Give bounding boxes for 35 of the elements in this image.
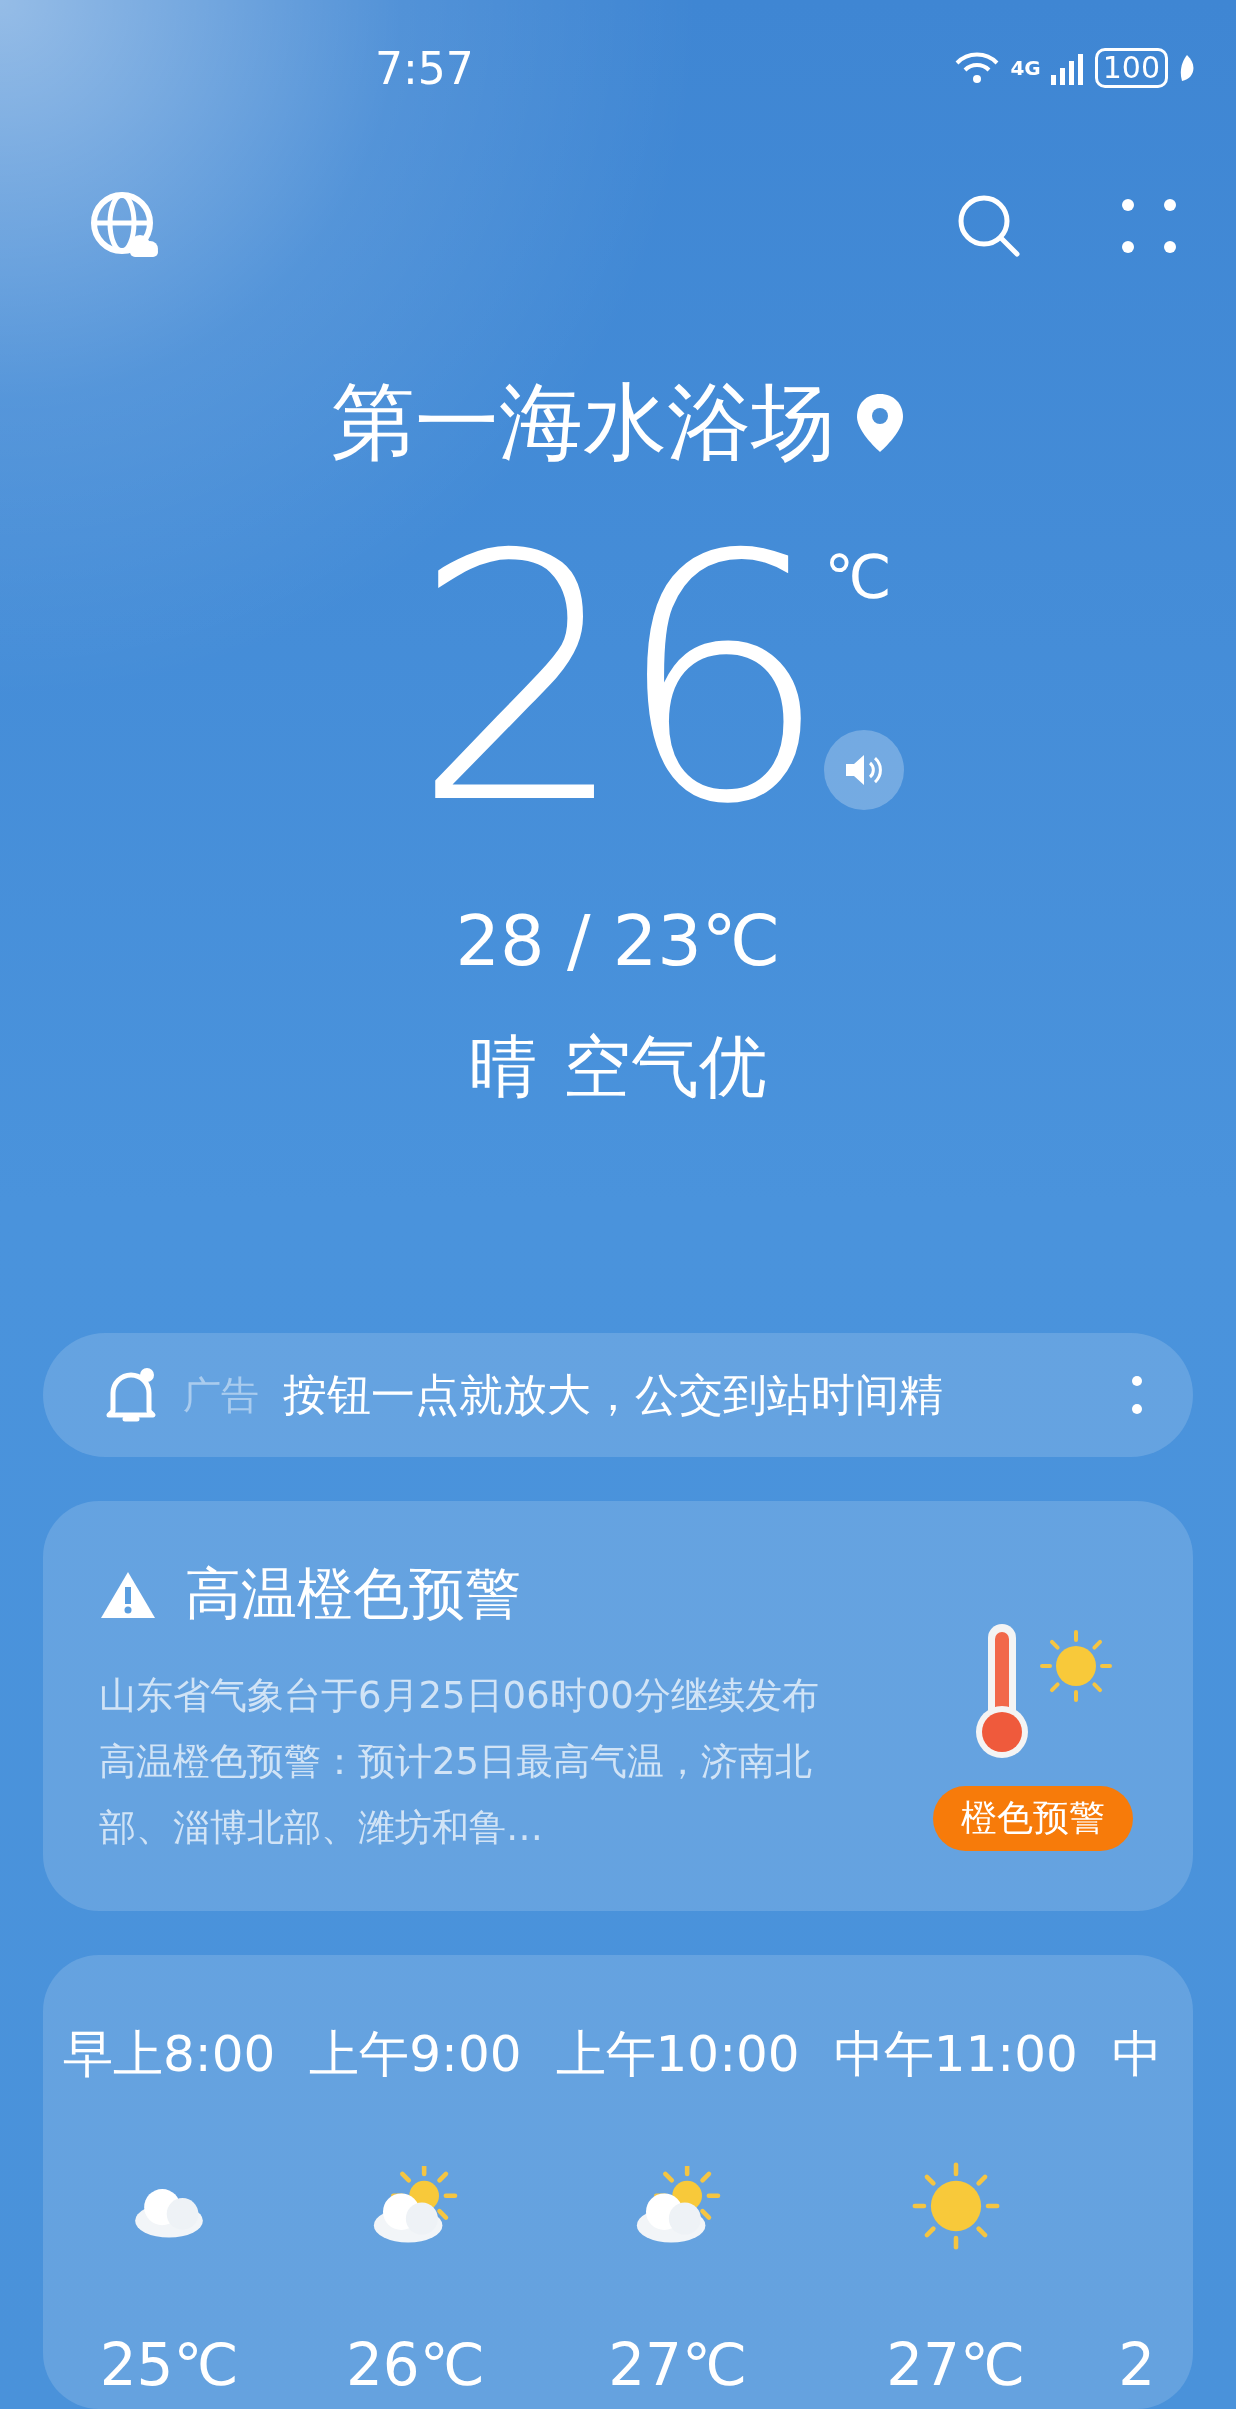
speaker-icon bbox=[844, 753, 885, 787]
hour-temperature: 27℃ bbox=[608, 2331, 748, 2399]
signal-icon bbox=[1050, 51, 1085, 85]
ad-text: 按钮一点就放大，公交到站时间精 bbox=[283, 1367, 943, 1422]
location-name: 第一海水浴场 bbox=[331, 372, 835, 473]
weather-condition: 晴 bbox=[469, 1026, 537, 1108]
location-pin-icon bbox=[855, 392, 905, 454]
warning-icon bbox=[99, 1570, 157, 1620]
alert-card[interactable]: 高温橙色预警 山东省气象台于6月25日06时00分继续发布高温橙色预警：预计25日最高气温，济南北部、淄博北部、潍坊和鲁… 橙色预警 bbox=[43, 1501, 1193, 1911]
hour-time: 中 bbox=[1111, 2024, 1162, 2081]
temperature-unit: ℃ bbox=[824, 542, 893, 612]
hour-temperature: 27℃ bbox=[886, 2331, 1026, 2399]
battery-level: 100 bbox=[1094, 48, 1168, 88]
status-time: 7:57 bbox=[375, 42, 474, 94]
more-options-icon[interactable] bbox=[1131, 1375, 1143, 1415]
hour-temperature: 25℃ bbox=[99, 2331, 239, 2399]
alert-title: 高温橙色预警 bbox=[185, 1560, 521, 1628]
hour-time: 早上8:00 bbox=[63, 2024, 276, 2081]
temperature-range: 28 / 23℃ bbox=[454, 900, 782, 982]
more-menu-icon[interactable] bbox=[1122, 199, 1176, 253]
hour-time: 上午9:00 bbox=[309, 2024, 522, 2081]
ad-label: 广告 bbox=[183, 1371, 259, 1419]
wifi-icon bbox=[954, 51, 1001, 85]
hour-time: 上午10:00 bbox=[555, 2024, 800, 2081]
air-quality: 空气优 bbox=[563, 1026, 767, 1108]
network-type: 4G bbox=[1010, 56, 1041, 80]
current-temperature: 26 bbox=[411, 530, 817, 830]
alert-level-badge: 橙色预警 bbox=[933, 1786, 1133, 1851]
hour-temperature: 2 bbox=[1118, 2331, 1156, 2399]
alert-description: 山东省气象台于6月25日06时00分继续发布高温橙色预警：预计25日最高气温，济南北部、淄博北部、潍坊和鲁… bbox=[99, 1673, 820, 1851]
hour-temperature: 26℃ bbox=[345, 2331, 485, 2399]
leaf-icon bbox=[1178, 53, 1196, 83]
hour-time: 中午11:00 bbox=[833, 2024, 1078, 2081]
ad-banner[interactable]: 广告 按钮一点就放大，公交到站时间精 bbox=[43, 1333, 1193, 1457]
search-icon[interactable] bbox=[956, 193, 1022, 259]
